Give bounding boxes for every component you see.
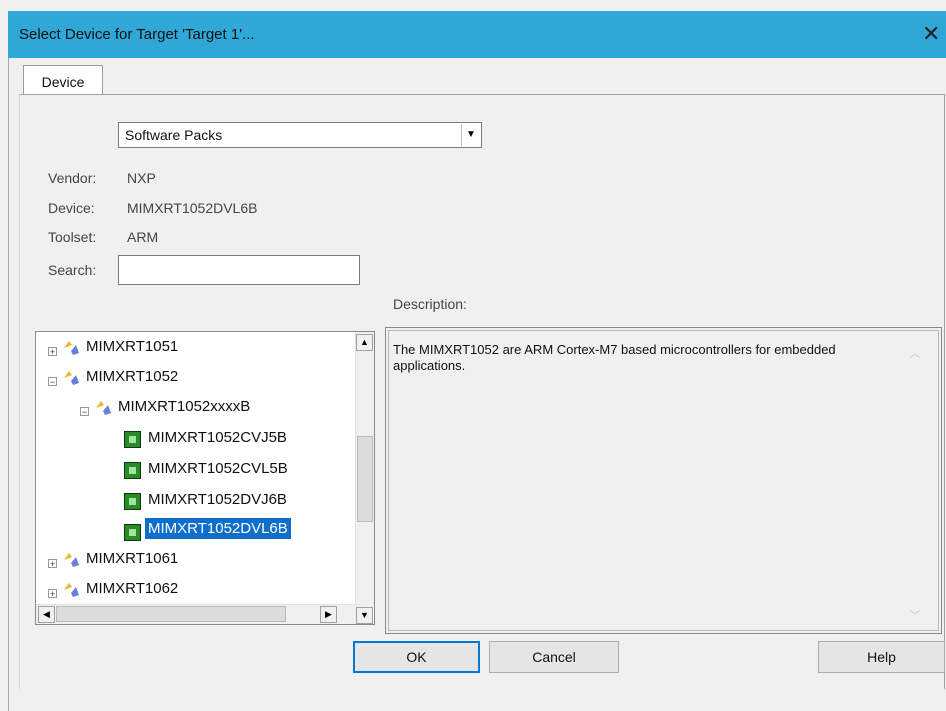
scroll-right-icon[interactable]: ▶ — [320, 606, 337, 623]
device-label: Device: — [48, 200, 95, 216]
description-text: The MIMXRT1052 are ARM Cortex-M7 based m… — [393, 342, 836, 373]
package-icon — [64, 341, 79, 355]
packs-select-value: Software Packs — [125, 127, 223, 143]
close-icon[interactable]: ✕ — [922, 20, 940, 48]
vendor-value: NXP — [127, 170, 156, 186]
tree-horizontal-scrollbar[interactable]: ◀ ▶ — [36, 604, 358, 624]
tab-device[interactable]: Device — [23, 65, 103, 96]
tree-node[interactable]: MIMXRT1052DVJ6B — [148, 491, 287, 508]
tab-device-label: Device — [41, 74, 85, 90]
tree-node[interactable]: MIMXRT1052 — [86, 368, 178, 385]
ok-button[interactable]: OK — [353, 641, 480, 673]
tree-node[interactable]: MIMXRT1052CVL5B — [148, 460, 288, 477]
chip-icon — [124, 524, 141, 541]
expand-icon[interactable]: + — [48, 347, 57, 357]
packs-select[interactable]: Software Packs ▼ — [118, 122, 482, 148]
description-frame: The MIMXRT1052 are ARM Cortex-M7 based m… — [388, 330, 939, 631]
expand-icon[interactable]: + — [48, 589, 57, 599]
tree-node[interactable]: MIMXRT1051 — [86, 338, 178, 355]
collapse-icon[interactable]: − — [48, 377, 57, 387]
tree-node[interactable]: MIMXRT1052xxxxB — [118, 398, 250, 415]
tree-node-selected-label: MIMXRT1052DVL6B — [145, 518, 291, 539]
package-icon — [64, 583, 79, 597]
tree-node[interactable]: MIMXRT1061 — [86, 550, 178, 567]
search-input[interactable] — [118, 255, 360, 285]
chevron-down-icon[interactable]: ▼ — [461, 124, 480, 146]
package-icon — [96, 401, 111, 415]
description-label: Description: — [393, 296, 467, 312]
device-value: MIMXRT1052DVL6B — [127, 200, 258, 216]
tree-node-selected[interactable]: MIMXRT1052DVL6B — [145, 518, 291, 539]
help-button[interactable]: Help — [818, 641, 945, 673]
tree-node[interactable]: MIMXRT1062 — [86, 580, 178, 597]
toolset-label: Toolset: — [48, 229, 97, 245]
scroll-left-icon[interactable]: ◀ — [38, 606, 55, 623]
description-box: The MIMXRT1052 are ARM Cortex-M7 based m… — [385, 327, 942, 634]
package-icon — [64, 553, 79, 567]
device-panel: Software Packs ▼ Vendor: NXP Device: MIM… — [19, 94, 945, 689]
cancel-button[interactable]: Cancel — [489, 641, 619, 673]
title-bar: Select Device for Target 'Target 1'... ✕ — [8, 11, 946, 58]
toolset-value: ARM — [127, 229, 159, 245]
chip-icon — [124, 431, 141, 448]
scroll-down-icon: ﹀ — [910, 611, 920, 622]
tree-vertical-scrollbar[interactable]: ▲ — [355, 332, 374, 607]
scroll-up-icon[interactable]: ▲ — [356, 334, 373, 351]
collapse-icon[interactable]: − — [80, 407, 89, 417]
chip-icon — [124, 462, 141, 479]
device-tree[interactable]: + MIMXRT1051 − MIMXRT1052 − MIMXRT1052xx… — [35, 331, 375, 625]
search-label: Search: — [48, 262, 97, 278]
scroll-thumb[interactable] — [357, 436, 373, 522]
scroll-up-icon: ︿ — [910, 349, 920, 360]
dialog-body: Device Software Packs ▼ Vendor: NXP Devi… — [8, 58, 946, 711]
expand-icon[interactable]: + — [48, 559, 57, 569]
vendor-label: Vendor: — [48, 170, 97, 186]
scroll-thumb-horizontal[interactable] — [56, 606, 286, 622]
tree-node[interactable]: MIMXRT1052CVJ5B — [148, 429, 287, 446]
scroll-down-icon[interactable]: ▼ — [356, 607, 373, 624]
window-title: Select Device for Target 'Target 1'... — [19, 26, 255, 43]
package-icon — [64, 371, 79, 385]
chip-icon — [124, 493, 141, 510]
